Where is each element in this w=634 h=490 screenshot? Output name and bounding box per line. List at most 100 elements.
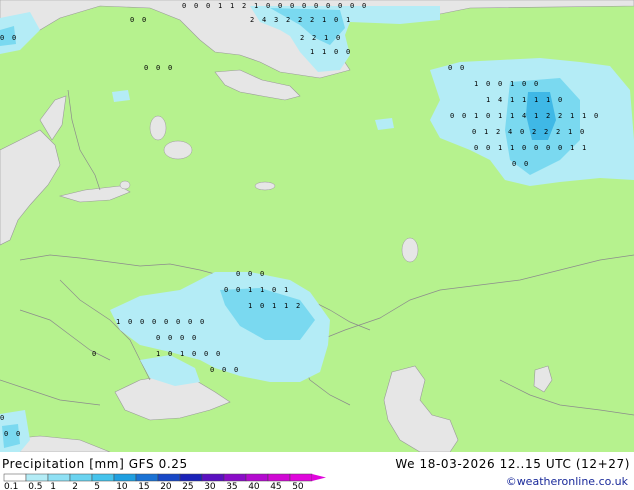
- precip-value-label: 0: [314, 2, 318, 10]
- precip-value-label: 0: [200, 318, 204, 326]
- scale-tick-label: 50: [292, 482, 304, 490]
- forecast-datetime: We 18-03-2026 12..15 UTC (12+27): [395, 457, 630, 471]
- precip-value-label: 1: [284, 286, 288, 294]
- precip-value-label: 0: [326, 2, 330, 10]
- credit-link[interactable]: ©weatheronline.co.uk: [506, 475, 628, 489]
- precip-value-label: 2: [300, 34, 304, 42]
- precip-value-label: 0: [128, 318, 132, 326]
- precip-value-label: 0: [512, 160, 516, 168]
- precip-value-label: 0: [498, 80, 502, 88]
- precip-value-label: 0: [248, 270, 252, 278]
- precip-value-label: 0: [194, 2, 198, 10]
- precip-value-label: 2: [496, 128, 500, 136]
- precip-value-label: 1: [156, 350, 160, 358]
- precip-value-label: 0: [92, 350, 96, 358]
- precip-value-label: 0: [260, 302, 264, 310]
- precip-value-label: 1: [254, 2, 258, 10]
- map-title: Precipitation [mm] GFS 0.25: [2, 457, 188, 471]
- precip-value-label: 0: [350, 2, 354, 10]
- precip-value-label: 0: [224, 286, 228, 294]
- precip-value-label: 2: [546, 112, 550, 120]
- precip-value-label: 0: [272, 286, 276, 294]
- precip-value-label: 0: [188, 318, 192, 326]
- precip-value-label: 0: [16, 430, 20, 438]
- precip-value-label: 1: [248, 302, 252, 310]
- precip-value-label: 4: [262, 16, 266, 24]
- precip-value-label: 2: [556, 128, 560, 136]
- precip-value-label: 2: [296, 302, 300, 310]
- precip-value-label: 1: [322, 16, 326, 24]
- precip-value-label: 0: [236, 286, 240, 294]
- precip-value-label: 0: [130, 16, 134, 24]
- precip-value-label: 0: [534, 80, 538, 88]
- precip-value-label: 0: [486, 80, 490, 88]
- precip-value-label: 4: [508, 128, 512, 136]
- precip-value-label: 1: [284, 302, 288, 310]
- scale-tick-label: 10: [116, 482, 128, 490]
- precip-value-label: 0: [168, 350, 172, 358]
- scale-tick-label: 0.1: [4, 482, 18, 490]
- precip-value-label: 1: [570, 144, 574, 152]
- precip-value-label: 0: [216, 350, 220, 358]
- precip-value-label: 0: [594, 112, 598, 120]
- precip-value-label: 0: [176, 318, 180, 326]
- precip-value-label: 1: [260, 286, 264, 294]
- scale-tick-label: 25: [182, 482, 193, 490]
- precip-value-label: 0: [558, 96, 562, 104]
- scale-tick-label: 35: [226, 482, 237, 490]
- precip-value-label: 0: [580, 128, 584, 136]
- precip-value-label: 4: [522, 112, 526, 120]
- precip-value-label: 0: [0, 34, 4, 42]
- precip-value-label: 0: [266, 2, 270, 10]
- precipitation-map: 0 0 0 1 1 2 1 0 0 0 0 0 0 0 0 02 4 3 2 2 2 1 0 12 2 1 01 1 0 00 01 0 0 1 0…: [0, 0, 634, 452]
- precip-value-label: 0: [0, 414, 4, 422]
- precip-value-label: 1: [484, 128, 488, 136]
- precip-value-label: 0: [192, 350, 196, 358]
- precip-value-label: 0: [168, 334, 172, 342]
- precip-value-label: 2: [532, 128, 536, 136]
- precip-value-label: 1: [582, 144, 586, 152]
- precip-value-label: 0: [260, 270, 264, 278]
- scale-tick-label: 2: [72, 482, 78, 490]
- precip-value-label: 0: [450, 112, 454, 120]
- scale-tick-label: 30: [204, 482, 216, 490]
- precip-value-label: 1: [180, 350, 184, 358]
- precip-value-label: 0: [522, 144, 526, 152]
- precip-value-label: 0: [140, 318, 144, 326]
- precip-value-label: 0: [334, 48, 338, 56]
- precip-value-label: 0: [546, 144, 550, 152]
- precip-value-label: 0: [336, 34, 340, 42]
- precip-value-label: 2: [310, 16, 314, 24]
- precip-value-label: 1: [346, 16, 350, 24]
- precip-value-label: 0: [520, 128, 524, 136]
- precip-value-label: 2: [312, 34, 316, 42]
- scale-tick-label: 0.5: [28, 482, 42, 490]
- scale-tick-label: 15: [138, 482, 149, 490]
- precip-value-label: 2: [242, 2, 246, 10]
- precip-value-label: 1: [568, 128, 572, 136]
- scale-tick-label: 45: [270, 482, 281, 490]
- scale-swatch: [3, 473, 27, 482]
- precip-value-label: 0: [338, 2, 342, 10]
- scale-tick-label: 20: [160, 482, 172, 490]
- precip-value-label: 0: [156, 334, 160, 342]
- precip-value-label: 0: [558, 144, 562, 152]
- precip-dot-2: [375, 118, 394, 130]
- precip-value-label: 0: [448, 64, 452, 72]
- precip-value-label: 0: [234, 366, 238, 374]
- precip-value-label: 0: [534, 144, 538, 152]
- precip-value-label: 1: [546, 96, 550, 104]
- scale-swatch: [157, 473, 181, 482]
- precip-value-label: 0: [290, 2, 294, 10]
- precip-value-label: 1: [272, 302, 276, 310]
- precip-value-label: 1: [498, 144, 502, 152]
- precip-value-label: 0: [164, 318, 168, 326]
- precip-value-label: 0: [362, 2, 366, 10]
- precip-value-label: 1: [510, 96, 514, 104]
- precip-value-label: 2: [544, 128, 548, 136]
- precip-value-label: 1: [248, 286, 252, 294]
- scale-swatch: [289, 473, 313, 482]
- precip-value-label: 0: [460, 64, 464, 72]
- precip-value-label: 1: [522, 96, 526, 104]
- scale-tick-label: 1: [50, 482, 56, 490]
